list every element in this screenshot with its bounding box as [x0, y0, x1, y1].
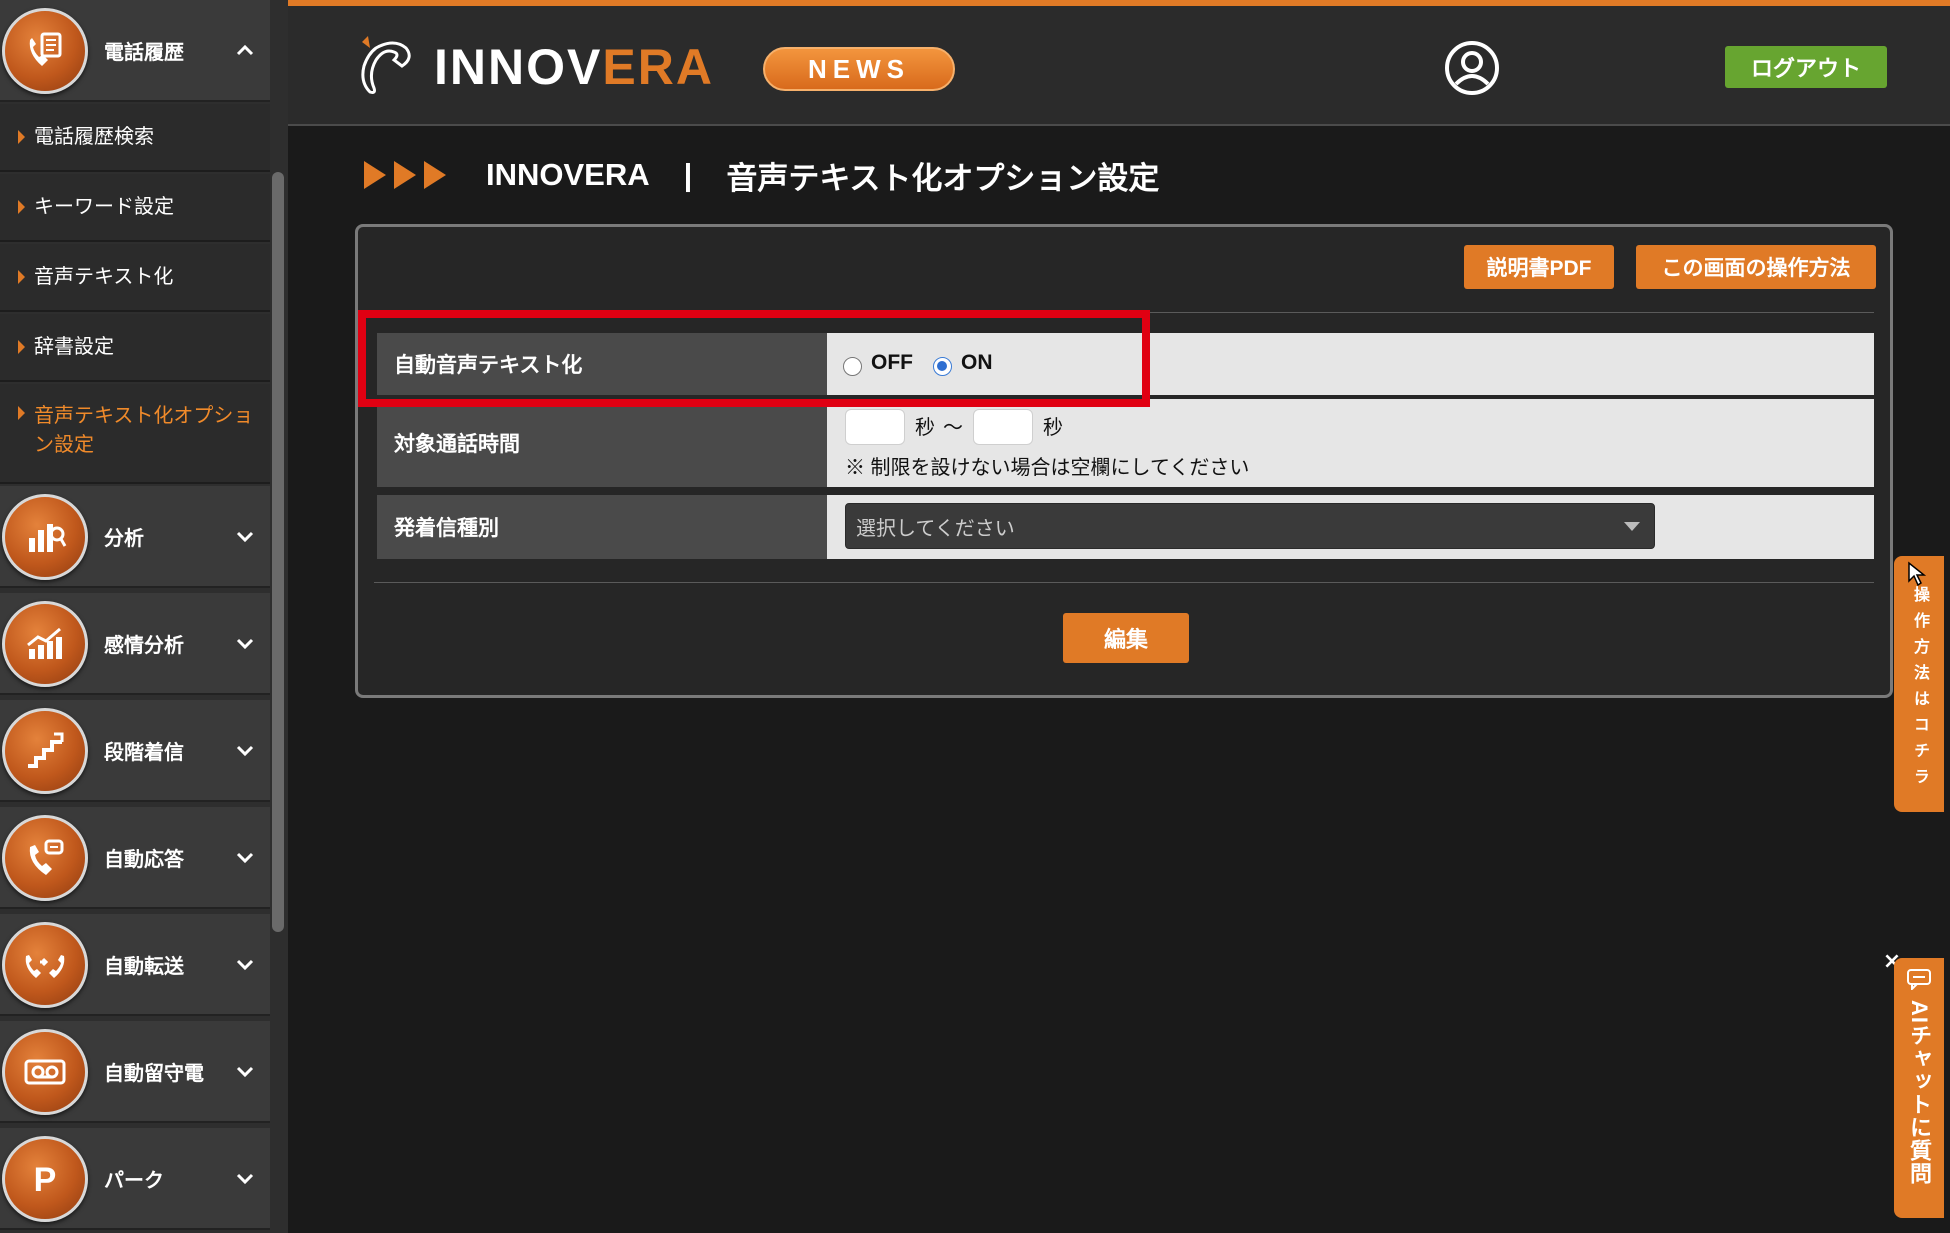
sidebar-subitem-label: 音声テキスト化 — [34, 265, 174, 288]
sidebar-item-label: 自動応答 — [104, 848, 184, 871]
parking-icon: P — [2, 1136, 88, 1222]
chevron-down-icon — [236, 638, 254, 650]
phone-chat-icon — [2, 815, 88, 901]
duration-to-input[interactable] — [973, 409, 1033, 445]
sidebar-item-label: 自動留守電 — [104, 1062, 204, 1085]
chevron-down-icon — [236, 531, 254, 543]
mouse-cursor-icon — [1908, 561, 1927, 587]
sidebar-item-label: 段階着信 — [104, 741, 184, 764]
triangle-right-icon — [18, 200, 25, 214]
title-arrows-icon — [364, 161, 446, 189]
ai-chat-side-tab[interactable]: AIチャットに質問 — [1894, 958, 1944, 1218]
sidebar-item-label: 自動転送 — [104, 955, 184, 978]
chevron-down-icon — [236, 1066, 254, 1078]
page-title-separator: | — [683, 157, 693, 192]
range-tilde: 〜 — [943, 417, 963, 439]
chevron-down-icon — [236, 959, 254, 971]
radio-on[interactable] — [933, 357, 952, 376]
select-placeholder: 選択してください — [856, 517, 1015, 540]
logout-button[interactable]: ログアウト — [1725, 46, 1887, 88]
edit-button[interactable]: 編集 — [1063, 613, 1189, 663]
sidebar-item-auto-transfer[interactable]: 自動転送 — [0, 914, 270, 1016]
radio-on-label: ON — [961, 351, 993, 374]
caret-down-icon — [1624, 522, 1640, 531]
divider — [374, 582, 1874, 583]
sidebar-subitem-transcription[interactable]: 音声テキスト化 — [0, 244, 270, 312]
sidebar-item-emotion-analysis[interactable]: 感情分析 — [0, 593, 270, 695]
sidebar-item-auto-response[interactable]: 自動応答 — [0, 807, 270, 909]
chevron-down-icon — [236, 1173, 254, 1185]
ai-chat-side-tab-label: AIチャットに質問 — [1907, 1000, 1932, 1185]
logo-wordmark-main: INNOV — [434, 39, 603, 95]
howto-button[interactable]: この画面の操作方法 — [1636, 245, 1876, 289]
direction-select[interactable]: 選択してください — [845, 503, 1655, 549]
page-title-brand: INNOVERA — [486, 157, 650, 192]
app-logo[interactable]: INNOVERA — [354, 34, 714, 100]
radio-off-label: OFF — [871, 351, 913, 374]
sidebar-subitem-label: キーワード設定 — [34, 195, 174, 218]
manual-pdf-button[interactable]: 説明書PDF — [1464, 245, 1614, 289]
sidebar-subitem-dictionary[interactable]: 辞書設定 — [0, 314, 270, 382]
sidebar-subitem-label: 音声テキスト化オプション設定 — [34, 405, 254, 456]
logo-wordmark-accent: ERA — [602, 39, 714, 95]
page-title: INNOVERA | 音声テキスト化オプション設定 — [364, 150, 1159, 200]
triangle-right-icon — [18, 340, 25, 354]
row-label: 対象通話時間 — [377, 399, 827, 487]
row-auto-transcribe: 自動音声テキスト化 OFF ON — [377, 333, 1874, 395]
row-label: 発着信種別 — [377, 495, 827, 559]
unit-seconds: 秒 — [1043, 417, 1063, 439]
sidebar-item-phone-history[interactable]: 電話履歴 — [0, 0, 270, 102]
duration-note: ※ 制限を設けない場合は空欄にしてください — [845, 457, 1250, 479]
row-label: 自動音声テキスト化 — [377, 333, 827, 395]
chevron-up-icon — [236, 44, 254, 56]
page-title-text: 音声テキスト化オプション設定 — [726, 160, 1160, 196]
howto-side-tab-label: 操作方法はコチラ — [1911, 586, 1928, 794]
settings-panel: 説明書PDF この画面の操作方法 自動音声テキスト化 OFF ON 対象通話時間… — [355, 224, 1893, 698]
chat-bubble-icon — [1907, 969, 1931, 990]
sidebar-subitem-label: 辞書設定 — [34, 335, 114, 358]
sidebar-item-label: 分析 — [104, 527, 144, 550]
sidebar-item-label: 電話履歴 — [104, 41, 184, 64]
sidebar-item-label: 感情分析 — [104, 634, 184, 657]
sidebar-subitem-history-search[interactable]: 電話履歴検索 — [0, 104, 270, 172]
row-value: 選択してください — [827, 495, 1874, 559]
triangle-right-icon — [18, 130, 25, 144]
sidebar-item-park[interactable]: P パーク — [0, 1128, 270, 1230]
phone-history-icon — [2, 8, 88, 94]
user-account-icon[interactable] — [1444, 40, 1500, 96]
row-value: 秒 〜 秒 ※ 制限を設けない場合は空欄にしてください — [827, 399, 1874, 487]
logo-wordmark: INNOVERA — [434, 38, 714, 96]
duration-from-input[interactable] — [845, 409, 905, 445]
sidebar-subitem-label: 電話履歴検索 — [34, 125, 154, 148]
row-call-direction: 発着信種別 選択してください — [377, 495, 1874, 559]
row-value: OFF ON — [827, 333, 1874, 395]
chevron-down-icon — [236, 745, 254, 757]
howto-side-tab[interactable]: 操作方法はコチラ — [1894, 556, 1944, 812]
sidebar: 電話履歴 電話履歴検索 キーワード設定 音声テキスト化 辞書設定 音声テキスト化… — [0, 0, 288, 1233]
sidebar-item-analysis[interactable]: 分析 — [0, 486, 270, 588]
voicemail-icon — [2, 1029, 88, 1115]
radio-off[interactable] — [843, 357, 862, 376]
triangle-right-icon — [18, 270, 25, 284]
trend-chart-icon — [2, 601, 88, 687]
unit-seconds: 秒 — [915, 417, 935, 439]
svg-text:P: P — [34, 1161, 57, 1199]
triangle-right-icon — [18, 406, 25, 420]
row-call-duration: 対象通話時間 秒 〜 秒 ※ 制限を設けない場合は空欄にしてください — [377, 399, 1874, 487]
sidebar-item-staged-ring[interactable]: 段階着信 — [0, 700, 270, 802]
sidebar-subitem-keyword-settings[interactable]: キーワード設定 — [0, 174, 270, 242]
phone-transfer-icon — [2, 922, 88, 1008]
chevron-down-icon — [236, 852, 254, 864]
sidebar-item-label: パーク — [104, 1169, 164, 1192]
stairs-icon — [2, 708, 88, 794]
divider — [374, 312, 1874, 313]
sidebar-item-voicemail[interactable]: 自動留守電 — [0, 1021, 270, 1123]
phone-logo-icon — [361, 36, 411, 94]
sidebar-scrollbar[interactable] — [272, 172, 284, 932]
news-button[interactable]: NEWS — [763, 47, 955, 91]
sidebar-subitem-transcription-options[interactable]: 音声テキスト化オプション設定 — [0, 384, 270, 484]
bar-chart-icon — [2, 494, 88, 580]
